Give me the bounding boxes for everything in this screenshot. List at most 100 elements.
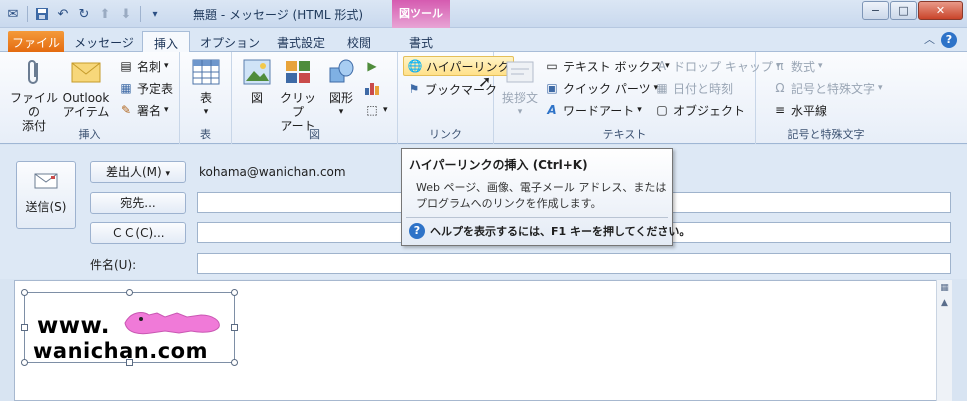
chart-button[interactable] — [364, 78, 380, 98]
smartart-icon: ▶ — [367, 59, 377, 73]
redo-icon[interactable]: ↻ — [75, 5, 93, 23]
drop-cap-icon: A — [657, 59, 667, 73]
wordart-label: ワードアート — [563, 103, 635, 118]
resize-handle[interactable] — [126, 289, 133, 296]
vertical-scrollbar[interactable]: ▦ ▲ — [936, 280, 952, 401]
greeting-button[interactable]: 挨拶文 ▾ — [500, 56, 540, 119]
date-time-label: 日付と時刻 — [673, 81, 734, 96]
tab-message[interactable]: メッセージ — [72, 31, 136, 52]
group-label-tables: 表 — [200, 128, 211, 141]
picture-label: 図 — [250, 91, 263, 105]
object-button[interactable]: ▢ オブジェクト — [654, 100, 745, 120]
dropdown-arrow-icon: ▾ — [637, 105, 642, 115]
object-label: オブジェクト — [673, 103, 746, 118]
logo-image[interactable]: www. wanichan.com — [21, 289, 238, 366]
collapse-ribbon-icon[interactable]: ︿ — [924, 31, 935, 47]
send-envelope-icon — [34, 172, 58, 190]
object-icon: ▢ — [656, 103, 668, 117]
paperclip-icon — [18, 56, 50, 88]
ruler-toggle-icon[interactable]: ▦ — [938, 281, 952, 295]
dropdown-arrow-icon: ▾ — [878, 83, 883, 93]
horizontal-line-button[interactable]: ≡ 水平線 — [772, 100, 827, 120]
screenshot-icon: ⬚ — [366, 103, 378, 117]
resize-handle[interactable] — [126, 359, 133, 366]
symbol-button[interactable]: Ω 記号と特殊文字 ▾ — [772, 78, 883, 98]
crocodile-icon — [121, 303, 225, 342]
window-controls: − □ ✕ — [862, 1, 963, 20]
hyperlink-icon: 🌐 — [407, 59, 423, 73]
date-time-button[interactable]: ▦ 日付と時刻 — [654, 78, 733, 98]
quick-parts-button[interactable]: ▣ クイック パーツ ▾ — [544, 78, 658, 98]
cc-button[interactable]: ＣＣ(C)... — [90, 222, 186, 244]
calendar-button[interactable]: ▦ 予定表 — [118, 78, 173, 98]
table-label: 表 — [199, 91, 212, 105]
horizontal-line-icon: ≡ — [774, 103, 786, 117]
dropdown-arrow-icon: ▾ — [164, 105, 169, 115]
qat-separator — [140, 6, 141, 22]
greeting-label: 挨拶文 — [501, 91, 538, 105]
from-button[interactable]: 差出人(M) ▾ — [90, 161, 186, 183]
text-box-label: テキスト ボックス — [563, 59, 663, 74]
tooltip-help-text: ヘルプを表示するには、F1 キーを押してください。 — [430, 225, 691, 238]
ribbon: ファイルの 添付 Outlook アイテム ▤ 名刺 ▾ ▦ 予定表 ✎ 署名 … — [0, 52, 967, 144]
tab-review[interactable]: 校閲 — [338, 31, 380, 52]
save-icon[interactable] — [33, 5, 51, 23]
envelope-icon — [70, 56, 102, 88]
greeting-icon — [504, 56, 536, 88]
group-tables: 表 ▾ 表 — [180, 52, 232, 144]
maximize-button[interactable]: □ — [890, 1, 917, 20]
wordart-icon: A — [547, 103, 557, 117]
minimize-button[interactable]: − — [862, 1, 889, 20]
undo-icon[interactable]: ↶ — [54, 5, 72, 23]
text-box-button[interactable]: ▭ テキスト ボックス ▾ — [544, 56, 669, 76]
horizontal-line-label: 水平線 — [791, 103, 828, 118]
resize-handle[interactable] — [21, 289, 28, 296]
screenshot-button[interactable]: ⬚ ▾ — [364, 100, 387, 120]
customize-qat-icon[interactable]: ▾ — [146, 5, 164, 23]
to-button[interactable]: 宛先... — [90, 192, 186, 214]
group-label-links: リンク — [429, 128, 462, 141]
resize-handle[interactable] — [231, 289, 238, 296]
dropdown-arrow-icon: ▾ — [818, 61, 823, 71]
scroll-up-icon[interactable]: ▲ — [938, 296, 952, 310]
clip-art-icon — [282, 56, 314, 88]
resize-handle[interactable] — [231, 324, 238, 331]
send-button[interactable]: 送信(S) — [16, 161, 76, 229]
pi-icon: π — [776, 59, 784, 73]
signature-icon: ✎ — [120, 103, 132, 117]
wordart-button[interactable]: A ワードアート ▾ — [544, 100, 642, 120]
down-arrow-icon[interactable]: ⬇ — [117, 5, 135, 23]
tab-options[interactable]: オプション — [196, 31, 264, 52]
tab-file[interactable]: ファイル — [8, 31, 64, 52]
tab-picture-format[interactable]: 書式 — [396, 31, 446, 52]
shapes-label: 図形 — [328, 91, 353, 105]
shapes-button[interactable]: 図形 ▾ — [324, 56, 358, 119]
clip-art-button[interactable]: クリップ アート — [278, 56, 318, 133]
smartart-button[interactable]: ▶ — [364, 56, 380, 76]
app-menu-icon[interactable]: ✉ — [4, 5, 22, 23]
from-button-label: 差出人(M) — [105, 165, 162, 179]
tooltip-divider — [406, 217, 668, 218]
picture-button[interactable]: 図 — [240, 56, 274, 105]
subject-field[interactable] — [197, 253, 951, 274]
equation-button[interactable]: π 数式 ▾ — [772, 56, 823, 76]
up-arrow-icon[interactable]: ⬆ — [96, 5, 114, 23]
quick-parts-icon: ▣ — [546, 81, 558, 95]
group-include: ファイルの 添付 Outlook アイテム ▤ 名刺 ▾ ▦ 予定表 ✎ 署名 … — [0, 52, 180, 144]
resize-handle[interactable] — [21, 324, 28, 331]
business-card-icon: ▤ — [120, 59, 132, 73]
attach-file-button[interactable]: ファイルの 添付 — [10, 56, 58, 133]
outlook-item-button[interactable]: Outlook アイテム — [60, 56, 112, 119]
table-button[interactable]: 表 ▾ — [188, 56, 224, 119]
bookmark-icon: ⚑ — [408, 82, 420, 96]
resize-handle[interactable] — [21, 359, 28, 366]
resize-handle[interactable] — [231, 359, 238, 366]
tab-insert[interactable]: 挿入 — [142, 31, 190, 53]
business-card-button[interactable]: ▤ 名刺 ▾ — [118, 56, 168, 76]
calendar-label: 予定表 — [137, 81, 174, 96]
help-icon[interactable]: ? — [941, 32, 957, 48]
signature-button[interactable]: ✎ 署名 ▾ — [118, 100, 169, 120]
tooltip-help: ? ヘルプを表示するには、F1 キーを押してください。 — [409, 223, 690, 239]
tab-format-text[interactable]: 書式設定 — [268, 31, 334, 52]
close-button[interactable]: ✕ — [918, 1, 963, 20]
